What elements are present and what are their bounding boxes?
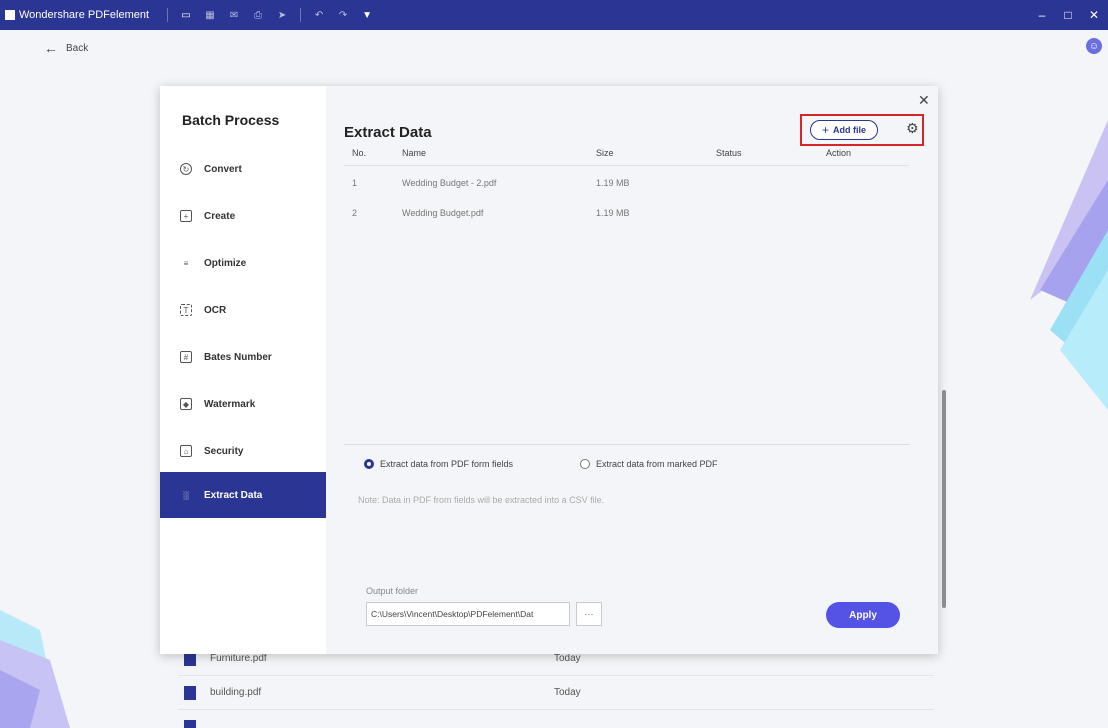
sidebar-item-convert[interactable]: ↻ Convert [160, 146, 326, 192]
toolbar-divider [300, 8, 302, 22]
option-form-fields[interactable]: Extract data from PDF form fields [364, 459, 513, 469]
add-file-label: Add file [833, 125, 866, 135]
sidebar-item-bates-number[interactable]: # Bates Number [160, 334, 326, 380]
undo-icon[interactable]: ↶ [313, 9, 325, 21]
extract-data-panel: ✕ Extract Data + Add file ⚙ No. Name Siz… [326, 86, 938, 654]
file-date: Today [554, 687, 581, 698]
sidebar-item-ocr[interactable]: T OCR [160, 287, 326, 333]
pdf-file-icon [184, 685, 196, 700]
back-label: Back [66, 42, 89, 54]
row-file-size: 1.19 MB [596, 208, 630, 218]
radio-selected[interactable] [364, 459, 374, 469]
back-button[interactable]: ← Back [44, 40, 88, 56]
extract-note: Note: Data in PDF from fields will be ex… [358, 495, 605, 505]
mail-icon[interactable]: ✉ [228, 9, 240, 21]
sidebar-item-security[interactable]: ⌂ Security [160, 428, 326, 474]
ocr-icon: T [180, 304, 192, 316]
row-file-name: Wedding Budget.pdf [402, 208, 484, 218]
list-item[interactable]: building.pdf Today [178, 676, 934, 710]
optimize-icon: ≡ [183, 258, 189, 268]
convert-icon: ↻ [180, 163, 192, 175]
sidebar-item-create[interactable]: + Create [160, 193, 326, 239]
batch-process-dialog: Batch Process ↻ Convert + Create ≡ Optim… [160, 86, 946, 654]
pdf-file-icon [184, 720, 196, 728]
sidebar-item-label: Security [204, 445, 244, 457]
file-name: Furniture.pdf [210, 653, 267, 664]
sidebar-item-label: Bates Number [204, 351, 272, 363]
redo-icon[interactable]: ↷ [337, 9, 349, 21]
add-file-button[interactable]: + Add file [810, 120, 878, 140]
sidebar-item-label: OCR [204, 304, 227, 316]
toolbar-divider [167, 8, 169, 22]
close-icon[interactable]: ✕ [918, 92, 930, 109]
output-folder-input[interactable]: C:\Users\Vincent\Desktop\PDFelement\Dat [366, 602, 570, 626]
create-icon: + [180, 210, 192, 222]
user-avatar-icon[interactable]: ☺ [1086, 38, 1102, 54]
watermark-icon: ◆ [180, 398, 192, 410]
output-folder-label: Output folder [366, 586, 419, 596]
bates-number-icon: # [180, 351, 192, 363]
list-item[interactable] [178, 710, 934, 728]
share-icon[interactable]: ➤ [276, 9, 288, 21]
sidebar-item-label: Optimize [204, 257, 247, 269]
section-divider [344, 444, 910, 445]
sidebar-item-label: Convert [204, 163, 242, 175]
bar-chart-icon: ░ [183, 490, 189, 500]
apply-button[interactable]: Apply [826, 602, 900, 628]
radio-unselected[interactable] [580, 459, 590, 469]
table-row[interactable]: 2 Wedding Budget.pdf 1.19 MB [344, 198, 909, 228]
print-icon[interactable]: ⎙ [252, 9, 264, 21]
row-number: 1 [352, 178, 358, 188]
browse-button[interactable]: ··· [576, 602, 602, 626]
column-header-size: Size [596, 148, 614, 158]
table-header: No. Name Size Status Action [344, 148, 909, 166]
sidebar-item-label: Create [204, 210, 236, 222]
sidebar-item-label: Watermark [204, 398, 256, 410]
settings-icon[interactable]: ⚙ [906, 120, 919, 137]
scrollbar[interactable] [942, 390, 946, 608]
decorative-shape [0, 610, 70, 728]
sidebar-item-optimize[interactable]: ≡ Optimize [160, 240, 326, 286]
option-label: Extract data from marked PDF [596, 459, 718, 469]
sidebar-item-watermark[interactable]: ◆ Watermark [160, 381, 326, 427]
row-file-name: Wedding Budget - 2.pdf [402, 178, 497, 188]
decorative-shape [1030, 120, 1108, 410]
customize-icon[interactable]: ▼ [361, 9, 373, 21]
close-window-button[interactable]: ✕ [1082, 0, 1106, 30]
option-label: Extract data from PDF form fields [380, 459, 514, 469]
row-file-size: 1.19 MB [596, 178, 630, 188]
app-title: Wondershare PDFelement [19, 9, 150, 21]
option-marked-pdf[interactable]: Extract data from marked PDF [580, 459, 718, 469]
batch-sidebar: Batch Process ↻ Convert + Create ≡ Optim… [160, 86, 326, 654]
file-name: building.pdf [210, 687, 262, 698]
table-row[interactable]: 1 Wedding Budget - 2.pdf 1.19 MB [344, 168, 909, 198]
column-header-status: Status [716, 148, 742, 158]
sidebar-item-extract-data[interactable]: ░ Extract Data [160, 472, 326, 518]
row-number: 2 [352, 208, 358, 218]
minimize-button[interactable]: – [1030, 0, 1054, 30]
app-logo-icon [5, 10, 15, 20]
back-arrow-icon: ← [44, 40, 58, 56]
save-icon[interactable]: ▦ [204, 9, 216, 21]
column-header-name: Name [402, 148, 427, 158]
lock-icon: ⌂ [180, 445, 192, 457]
column-header-action: Action [826, 148, 852, 158]
file-date: Today [554, 653, 581, 664]
column-header-no: No. [352, 148, 367, 158]
plus-icon: + [821, 123, 829, 137]
folder-icon[interactable]: ▭ [180, 9, 192, 21]
sidebar-title: Batch Process [182, 112, 280, 128]
maximize-button[interactable]: □ [1056, 0, 1080, 30]
sidebar-item-label: Extract Data [204, 489, 263, 501]
title-bar: Wondershare PDFelement ▭ ▦ ✉ ⎙ ➤ ↶ ↷ ▼ –… [0, 0, 1108, 30]
page-title: Extract Data [344, 124, 432, 141]
